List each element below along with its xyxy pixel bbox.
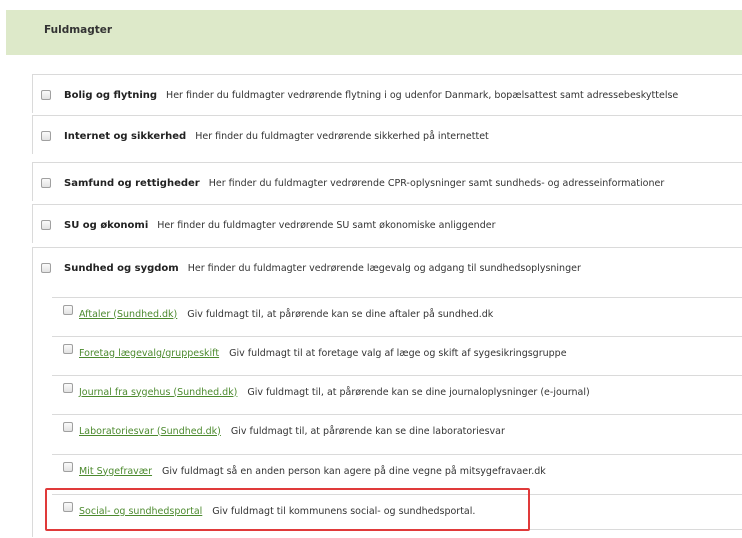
page-title: Fuldmagter [44,24,113,36]
sub-item-mit-sygefravaer: Mit Sygefravær Giv fuldmagt så en anden … [52,454,742,490]
category-checkbox[interactable] [41,90,51,100]
category-internet-og-sikkerhed[interactable]: Internet og sikkerhed Her finder du fuld… [32,115,742,154]
category-description: Her finder du fuldmagter vedrørende læge… [187,262,581,274]
sub-item-laboratoriesvar: Laboratoriesvar (Sundhed.dk) Giv fuldmag… [52,414,742,450]
highlight-box [45,488,530,531]
sub-item-link[interactable]: Foretag lægevalg/gruppeskift [79,348,219,359]
sub-item-checkbox[interactable] [63,344,73,354]
category-checkbox[interactable] [41,131,51,141]
sub-item-link[interactable]: Mit Sygefravær [79,466,152,477]
sub-item-checkbox[interactable] [63,383,73,393]
category-description: Her finder du fuldmagter vedrørende CPR-… [208,177,665,189]
category-checkbox[interactable] [41,178,51,188]
category-name: Samfund og rettigheder [64,177,200,189]
category-description: Her finder du fuldmagter vedrørende flyt… [166,89,679,101]
category-bolig-og-flytning[interactable]: Bolig og flytning Her finder du fuldmagt… [32,74,742,113]
category-name: Internet og sikkerhed [64,130,187,142]
category-description: Her finder du fuldmagter vedrørende SU s… [157,219,496,231]
category-su-og-okonomi[interactable]: SU og økonomi Her finder du fuldmagter v… [32,204,742,243]
sub-item-description: Giv fuldmagt til at foretage valg af læg… [229,347,567,359]
sub-item-journal: Journal fra sygehus (Sundhed.dk) Giv ful… [52,375,742,411]
category-name: SU og økonomi [64,219,149,231]
category-description: Her finder du fuldmagter vedrørende sikk… [195,130,489,142]
sub-item-description: Giv fuldmagt til, at pårørende kan se di… [187,308,494,320]
sub-item-checkbox[interactable] [63,305,73,315]
sub-item-checkbox[interactable] [63,462,73,472]
category-name: Bolig og flytning [64,89,158,101]
sub-item-aftaler: Aftaler (Sundhed.dk) Giv fuldmagt til, a… [52,297,742,333]
sub-item-link[interactable]: Journal fra sygehus (Sundhed.dk) [79,387,237,398]
page-header: Fuldmagter [6,10,742,55]
category-name: Sundhed og sygdom [64,262,179,274]
category-samfund-og-rettigheder[interactable]: Samfund og rettigheder Her finder du ful… [32,162,742,201]
category-checkbox[interactable] [41,263,51,273]
sub-item-description: Giv fuldmagt så en anden person kan ager… [162,465,546,477]
sub-item-laegevalg: Foretag lægevalg/gruppeskift Giv fuldmag… [52,336,742,372]
sub-item-link[interactable]: Laboratoriesvar (Sundhed.dk) [79,426,221,437]
sub-item-description: Giv fuldmagt til, at pårørende kan se di… [247,386,590,398]
sub-item-link[interactable]: Aftaler (Sundhed.dk) [79,309,177,320]
sub-item-checkbox[interactable] [63,422,73,432]
category-checkbox[interactable] [41,220,51,230]
sub-item-description: Giv fuldmagt til, at pårørende kan se di… [230,425,505,437]
